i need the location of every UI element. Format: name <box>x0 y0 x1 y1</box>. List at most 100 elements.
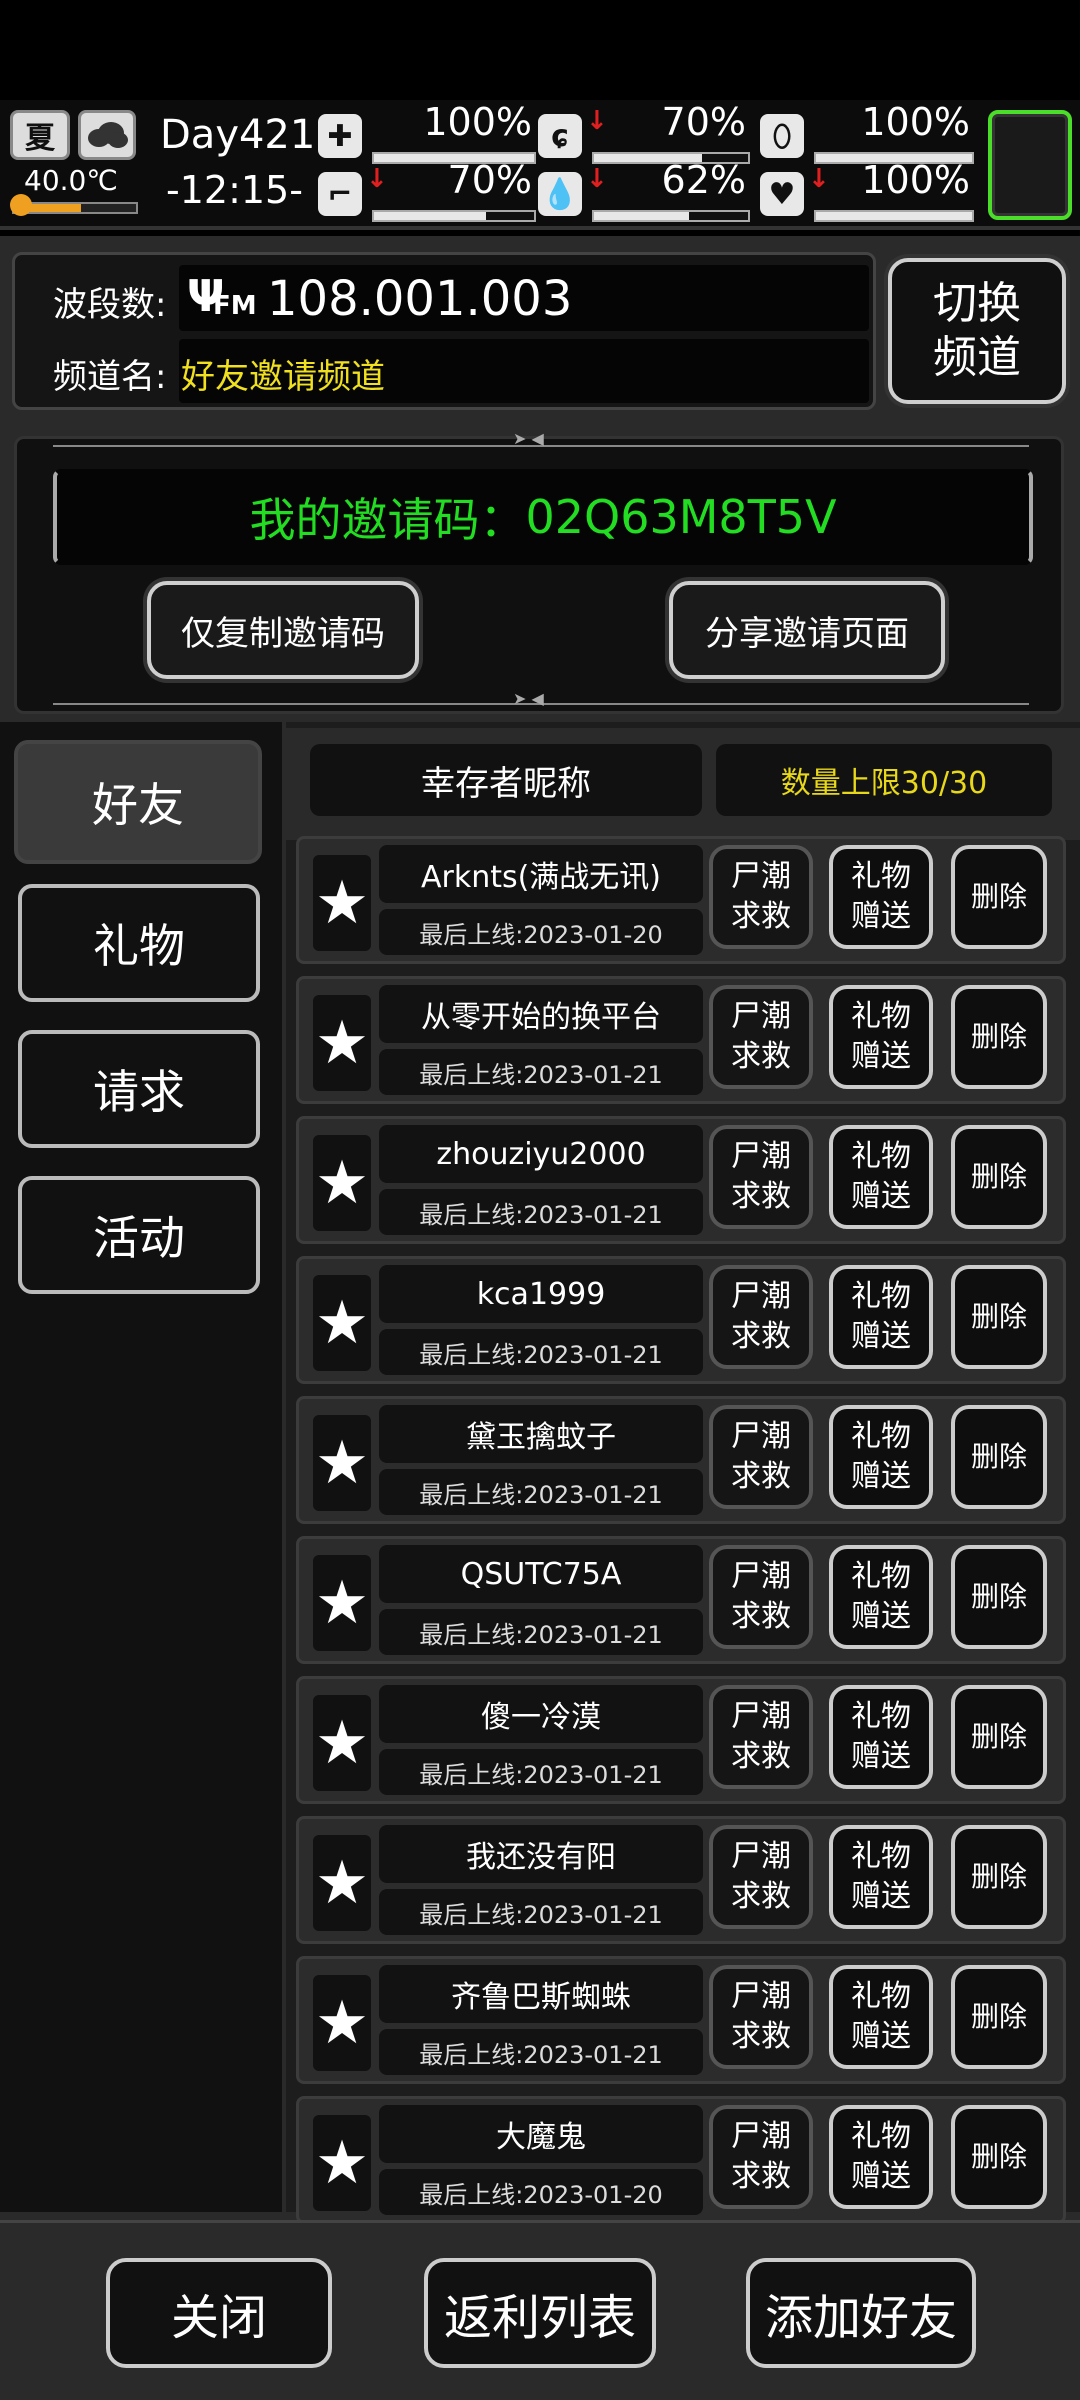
horde-help-line2: 求救 <box>731 1319 791 1354</box>
send-gift-button[interactable]: 礼物 赠送 <box>829 845 933 949</box>
horde-help-line1: 尸潮 <box>731 1559 791 1594</box>
season-box: 夏 <box>10 110 70 160</box>
favorite-star-icon[interactable]: ★ <box>313 1275 371 1371</box>
add-friend-button[interactable]: 添加好友 <box>746 2258 976 2368</box>
tab-gifts-label: 礼物 <box>93 919 185 973</box>
send-gift-line2: 赠送 <box>851 899 911 934</box>
delete-friend-label: 删除 <box>970 2140 1027 2173</box>
favorite-star-icon[interactable]: ★ <box>313 855 371 951</box>
stat-stamina: ⌐ ↓ 70% <box>318 158 536 222</box>
send-gift-button[interactable]: 礼物 赠送 <box>829 1125 933 1229</box>
rebate-list-button[interactable]: 返利列表 <box>424 2258 656 2368</box>
delete-friend-button[interactable]: 删除 <box>951 985 1047 1089</box>
close-button[interactable]: 关闭 <box>106 2258 332 2368</box>
down-arrow-icon: ↓ <box>366 164 388 194</box>
tab-friends[interactable]: 好友 <box>14 740 262 864</box>
stat-hunger: ɕ ↓ 70% <box>538 100 750 164</box>
delete-friend-button[interactable]: 删除 <box>951 1405 1047 1509</box>
send-gift-line1: 礼物 <box>851 1419 911 1454</box>
name-column-label: 幸存者昵称 <box>421 763 591 804</box>
horde-help-button[interactable]: 尸潮 求救 <box>709 1685 813 1789</box>
send-gift-button[interactable]: 礼物 赠送 <box>829 1825 933 1929</box>
copy-invite-code-button[interactable]: 仅复制邀请码 <box>147 581 419 679</box>
season-label: 夏 <box>25 121 55 156</box>
horde-help-line2: 求救 <box>731 1459 791 1494</box>
delete-friend-button[interactable]: 删除 <box>951 1265 1047 1369</box>
delete-friend-button[interactable]: 删除 <box>951 1825 1047 1929</box>
send-gift-button[interactable]: 礼物 赠送 <box>829 1265 933 1369</box>
favorite-star-icon[interactable]: ★ <box>313 1555 371 1651</box>
horde-help-line2: 求救 <box>731 1599 791 1634</box>
band-label: 波段数: <box>53 285 167 325</box>
horde-help-button[interactable]: 尸潮 求救 <box>709 1405 813 1509</box>
send-gift-button[interactable]: 礼物 赠送 <box>829 1965 933 2069</box>
send-gift-button[interactable]: 礼物 赠送 <box>829 1405 933 1509</box>
delete-friend-button[interactable]: 删除 <box>951 2105 1047 2209</box>
share-invite-page-button[interactable]: 分享邀请页面 <box>669 581 945 679</box>
delete-friend-button[interactable]: 删除 <box>951 1685 1047 1789</box>
friend-name: zhouziyu2000 <box>379 1125 703 1183</box>
equipment-slot[interactable] <box>988 110 1072 220</box>
send-gift-line2: 赠送 <box>851 1179 911 1214</box>
send-gift-line2: 赠送 <box>851 1459 911 1494</box>
horde-help-button[interactable]: 尸潮 求救 <box>709 1825 813 1929</box>
horde-help-line1: 尸潮 <box>731 1979 791 2014</box>
tab-gifts[interactable]: 礼物 <box>18 884 260 1002</box>
send-gift-button[interactable]: 礼物 赠送 <box>829 985 933 1089</box>
delete-friend-label: 删除 <box>970 1860 1027 1893</box>
friend-last-online: 最后上线:2023-01-21 <box>379 1189 703 1235</box>
frequency-value: 108.001.003 <box>267 271 573 327</box>
friend-limit-badge: 数量上限30/30 <box>716 744 1052 816</box>
delete-friend-label: 删除 <box>970 1720 1027 1753</box>
stat-stamina-value: 70% <box>447 158 532 202</box>
switch-channel-button[interactable]: 切换 频道 <box>888 258 1066 404</box>
send-gift-button[interactable]: 礼物 赠送 <box>829 2105 933 2209</box>
horde-help-line2: 求救 <box>731 2159 791 2194</box>
send-gift-button[interactable]: 礼物 赠送 <box>829 1685 933 1789</box>
stat-mood-bar <box>814 210 974 222</box>
stat-mood-value: 100% <box>861 158 970 202</box>
stat-thirst-value: 62% <box>661 158 746 202</box>
fm-label: FM <box>213 291 257 321</box>
send-gift-button[interactable]: 礼物 赠送 <box>829 1545 933 1649</box>
favorite-star-icon[interactable]: ★ <box>313 1695 371 1791</box>
delete-friend-button[interactable]: 删除 <box>951 1545 1047 1649</box>
friend-row: ★ Arknts(满战无讯) 最后上线:2023-01-20 尸潮 求救 礼物 赠送 删除 <box>296 836 1066 964</box>
friend-row: ★ 傻一冷漠 最后上线:2023-01-21 尸潮 求救 礼物 赠送 删除 <box>296 1676 1066 1804</box>
weather-cloud-icon <box>78 110 136 160</box>
friend-row: ★ 我还没有阳 最后上线:2023-01-21 尸潮 求救 礼物 赠送 删除 <box>296 1816 1066 1944</box>
invite-code-display: 我的邀请码： 02Q63M8T5V <box>53 469 1033 565</box>
tab-requests[interactable]: 请求 <box>18 1030 260 1148</box>
favorite-star-icon[interactable]: ★ <box>313 1835 371 1931</box>
horde-help-button[interactable]: 尸潮 求救 <box>709 845 813 949</box>
stat-health-value: 100% <box>423 100 532 144</box>
send-gift-line2: 赠送 <box>851 1879 911 1914</box>
stat-armor-value: 100% <box>861 100 970 144</box>
horde-help-button[interactable]: 尸潮 求救 <box>709 1545 813 1649</box>
horde-help-button[interactable]: 尸潮 求救 <box>709 1125 813 1229</box>
tab-events[interactable]: 活动 <box>18 1176 260 1294</box>
send-gift-line1: 礼物 <box>851 859 911 894</box>
favorite-star-icon[interactable]: ★ <box>313 1415 371 1511</box>
stat-thirst-bar <box>592 210 750 222</box>
horde-help-line2: 求救 <box>731 1039 791 1074</box>
friend-name: 我还没有阳 <box>379 1825 703 1883</box>
favorite-star-icon[interactable]: ★ <box>313 1135 371 1231</box>
horde-help-button[interactable]: 尸潮 求救 <box>709 1965 813 2069</box>
delete-friend-button[interactable]: 删除 <box>951 1965 1047 2069</box>
horde-help-line1: 尸潮 <box>731 859 791 894</box>
send-gift-line2: 赠送 <box>851 2019 911 2054</box>
switch-channel-line1: 切换 <box>933 278 1021 329</box>
horde-help-button[interactable]: 尸潮 求救 <box>709 1265 813 1369</box>
favorite-star-icon[interactable]: ★ <box>313 2115 371 2211</box>
temperature-readout: 40.0℃ <box>10 164 138 216</box>
horde-help-line2: 求救 <box>731 2019 791 2054</box>
horde-help-button[interactable]: 尸潮 求救 <box>709 2105 813 2209</box>
friend-row: ★ QSUTC75A 最后上线:2023-01-21 尸潮 求救 礼物 赠送 删除 <box>296 1536 1066 1664</box>
horde-help-button[interactable]: 尸潮 求救 <box>709 985 813 1089</box>
favorite-star-icon[interactable]: ★ <box>313 995 371 1091</box>
down-arrow-icon: ↓ <box>586 106 608 136</box>
delete-friend-button[interactable]: 删除 <box>951 1125 1047 1229</box>
delete-friend-button[interactable]: 删除 <box>951 845 1047 949</box>
favorite-star-icon[interactable]: ★ <box>313 1975 371 2071</box>
